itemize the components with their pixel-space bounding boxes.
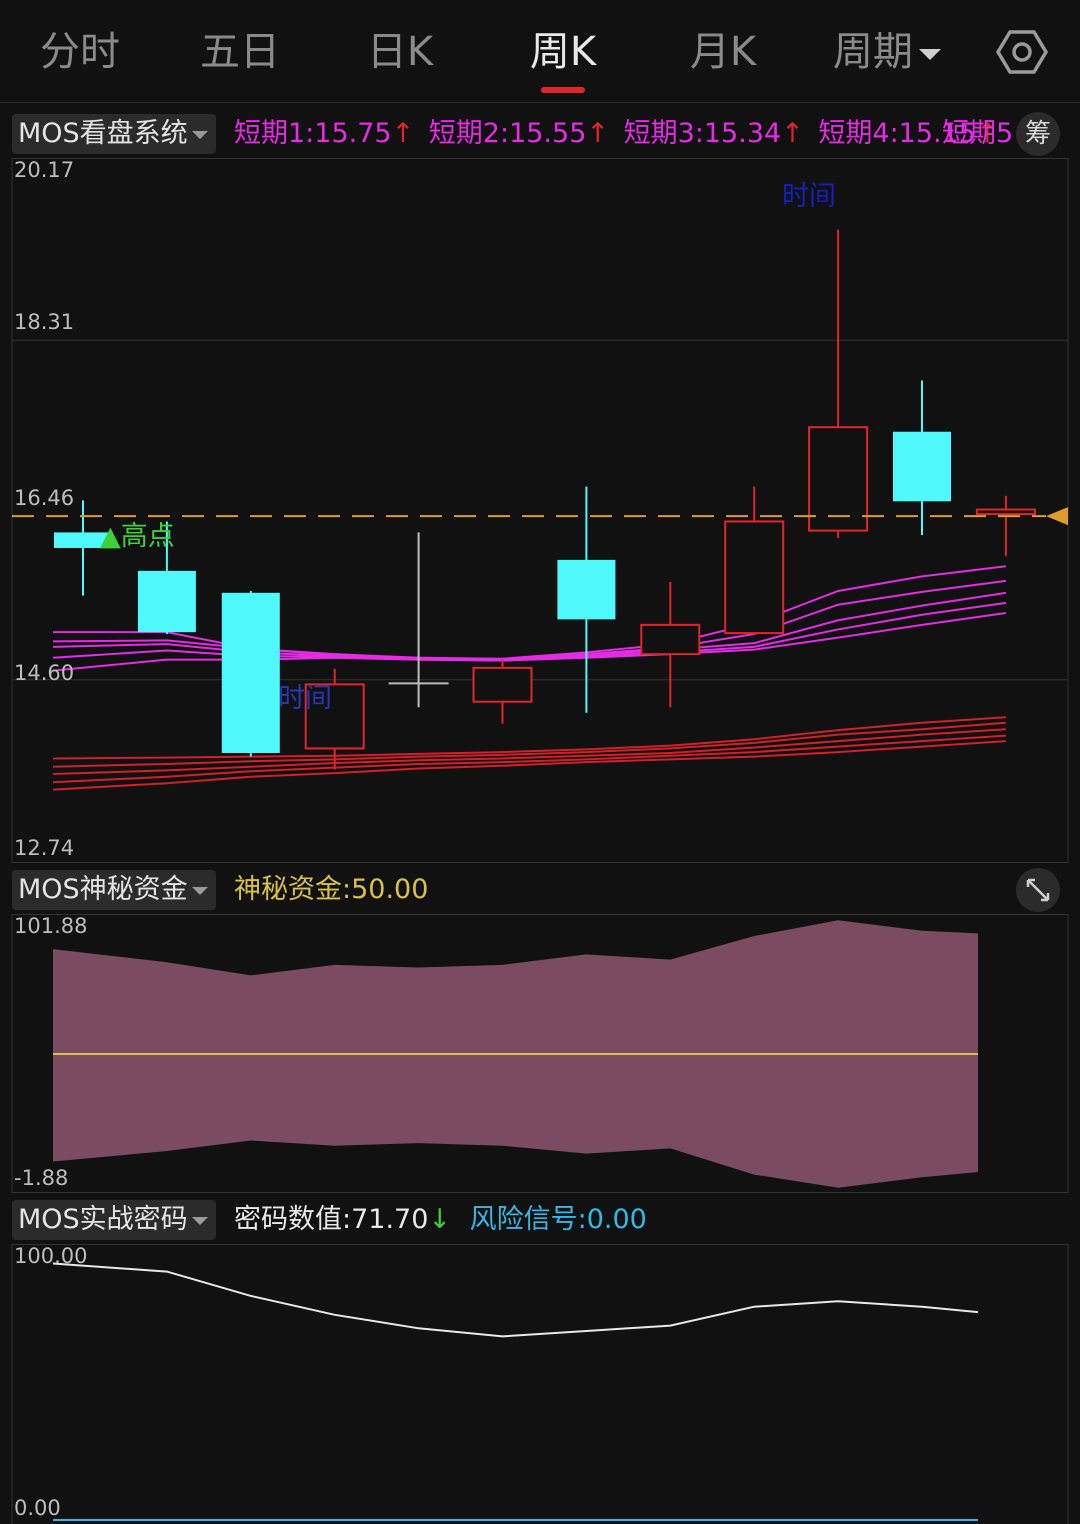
chevron-down-icon xyxy=(191,886,208,895)
code-y-tick-bottom: 0.00 xyxy=(14,1496,61,1520)
ma-legend-3-label: 短期3: xyxy=(623,118,704,149)
ma-legend-2-value: 15.55 xyxy=(509,118,587,149)
main-indicator-select[interactable]: MOS看盘系统 xyxy=(12,114,216,154)
chevron-down-icon xyxy=(919,48,941,60)
candlestick-chart xyxy=(11,158,1069,863)
expand-icon[interactable] xyxy=(1016,868,1060,912)
active-tab-indicator xyxy=(541,87,585,93)
ma-legend-1-value: 15.75 xyxy=(314,118,392,149)
candle-8-body xyxy=(640,623,701,656)
risk-label: 风险信号: xyxy=(469,1204,587,1235)
code-label: 密码数值: xyxy=(234,1204,352,1235)
chip-distribution-button[interactable]: 筹 xyxy=(1016,112,1060,156)
code-y-tick-top: 100.00 xyxy=(14,1244,88,1268)
ma-short-3-line xyxy=(52,591,1007,662)
y-tick-top: 20.17 xyxy=(14,158,75,182)
ma-legend: 短期1:15.75↑ 短期2:15.55↑ 短期3:15.34↑ 短期4:15.… xyxy=(234,114,999,154)
y-tick-2: 18.31 xyxy=(14,310,75,334)
code-value: 71.70 xyxy=(351,1204,429,1235)
candle-12-body xyxy=(975,508,1036,516)
tab-intraday[interactable]: 分时 xyxy=(30,26,130,78)
code-value-line xyxy=(52,1262,979,1338)
high-point-marker: ▲高点 xyxy=(100,521,175,552)
chevron-down-icon xyxy=(191,130,208,139)
tab-weekly-k[interactable]: 周K xyxy=(513,26,613,78)
candle-11-body xyxy=(893,431,951,502)
y-tick-bottom: 12.74 xyxy=(14,836,75,860)
code-indicator-select[interactable]: MOS实战密码 xyxy=(12,1200,216,1240)
code-readout: 密码数值:71.70↓ 风险信号:0.00 xyxy=(234,1200,647,1240)
tab-monthly-k[interactable]: 月K xyxy=(673,26,773,78)
fund-label: 神秘资金: xyxy=(234,874,352,905)
ma-legend-1-label: 短期1: xyxy=(234,118,315,149)
chevron-down-icon xyxy=(191,1216,208,1225)
main-indicator-label: MOS看盘系统 xyxy=(18,118,188,149)
ma-long-4-line xyxy=(52,734,1006,784)
period-tab-bar: 分时 五日 日K 周K 月K 周期 xyxy=(0,0,1080,103)
tab-daily-k[interactable]: 日K xyxy=(350,26,450,78)
settings-hexagon-icon[interactable] xyxy=(995,26,1049,78)
y-tick-3: 16.46 xyxy=(14,486,75,510)
risk-value: 0.00 xyxy=(586,1204,647,1235)
ma-short-4-line xyxy=(52,601,1007,662)
code-chart xyxy=(11,1244,1069,1524)
fund-y-tick-bottom: -1.88 xyxy=(14,1166,69,1190)
ma-legend-5-label: 短期5 xyxy=(942,118,1014,149)
code-chart-frame xyxy=(11,1244,1069,1524)
ma-short-5-line xyxy=(52,611,1007,672)
fund-y-tick-top: 101.88 xyxy=(14,914,88,938)
candle-10-body xyxy=(808,426,869,532)
ma-long-1-line xyxy=(52,716,1006,760)
tab-five-day[interactable]: 五日 xyxy=(190,26,290,78)
y-tick-4: 14.60 xyxy=(14,661,75,685)
ma-long-5-line xyxy=(52,740,1006,791)
ma-legend-3-arrow: ↑ xyxy=(781,118,804,149)
code-indicator-label: MOS实战密码 xyxy=(18,1204,188,1235)
code-arrow: ↓ xyxy=(428,1204,452,1235)
fund-readout: 神秘资金:50.00 xyxy=(234,870,428,910)
ma-legend-2-label: 短期2: xyxy=(428,118,510,149)
fund-indicator-label: MOS神秘资金 xyxy=(18,874,188,905)
candle-9-body xyxy=(724,520,785,635)
fund-chart xyxy=(11,914,1069,1193)
time-marker: 时间 xyxy=(782,181,836,212)
candle-2-body xyxy=(137,570,196,633)
fund-value: 50.00 xyxy=(351,874,429,905)
candle-7-body xyxy=(557,559,616,620)
ma-legend-4-label: 短期4: xyxy=(818,118,899,149)
ma-legend-3-value: 15.34 xyxy=(703,118,782,149)
tab-period-dropdown[interactable]: 周期 xyxy=(822,26,952,78)
candle-3-body xyxy=(221,592,280,753)
ma-short-1-line xyxy=(53,565,1007,660)
ma-legend-1-arrow: ↑ xyxy=(391,118,415,149)
time-marker-low: 时间 xyxy=(278,683,332,714)
fund-indicator-select[interactable]: MOS神秘资金 xyxy=(12,870,216,910)
period-label: 周期 xyxy=(833,29,913,75)
candle-6-body xyxy=(472,666,533,703)
current-price-marker xyxy=(1046,507,1068,526)
ma-legend-2-arrow: ↑ xyxy=(586,118,609,149)
